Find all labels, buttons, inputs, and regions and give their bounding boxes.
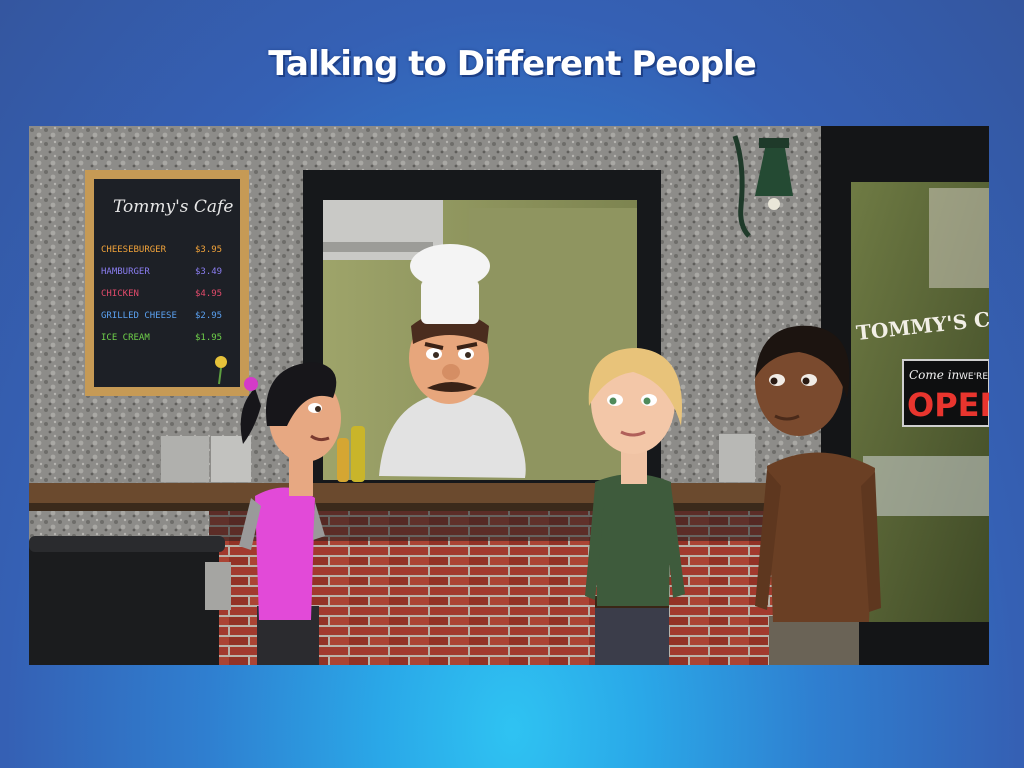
- flower-icon: [215, 356, 227, 368]
- slide-title: Talking to Different People: [268, 44, 757, 84]
- open-sign: Come in WE'RE OPEN: [902, 359, 989, 427]
- menu-price: $4.95: [195, 289, 222, 299]
- menu-item: CHICKEN: [101, 289, 139, 299]
- open-sign-line2: WE'RE: [959, 372, 988, 382]
- menu-price: $1.95: [195, 333, 222, 343]
- menu-price: $3.49: [195, 267, 222, 277]
- menu-item: HAMBURGER: [101, 267, 150, 277]
- menu-item: CHEESEBURGER: [101, 245, 167, 255]
- menu-price: $3.95: [195, 245, 222, 255]
- menu-item: ICE CREAM: [101, 333, 150, 343]
- menu-price: $2.95: [195, 311, 222, 321]
- menu-item: GRILLED CHEESE: [101, 311, 177, 321]
- trash-can: [29, 536, 231, 665]
- open-sign-line1: Come in: [909, 368, 959, 382]
- cafe-scene-illustration: Tommy's Cafe CHEESEBURGER $3.95 HAMBURGE…: [29, 126, 989, 665]
- menu-board: Tommy's Cafe CHEESEBURGER $3.95 HAMBURGE…: [85, 170, 249, 396]
- open-sign-line3: OPEN: [907, 386, 989, 424]
- menu-heading: Tommy's Cafe: [113, 197, 233, 217]
